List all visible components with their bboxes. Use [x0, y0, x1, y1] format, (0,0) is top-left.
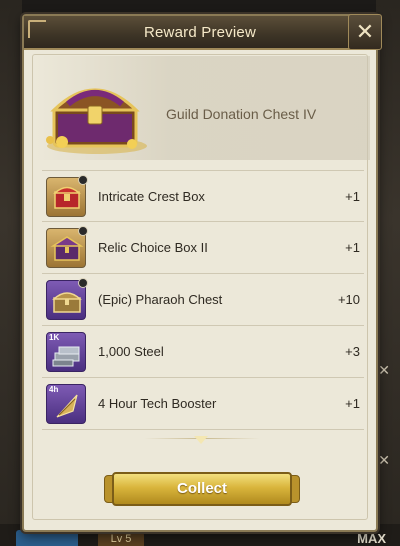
- chest-name: Guild Donation Chest IV: [166, 106, 317, 122]
- reward-name: Relic Choice Box II: [98, 240, 208, 255]
- collect-button-wrapper: Collect: [104, 472, 300, 506]
- chevron-down-icon[interactable]: [194, 436, 208, 444]
- background-close-icon: ✕: [378, 362, 390, 378]
- reward-name: (Epic) Pharaoh Chest: [98, 292, 223, 307]
- reward-name: 1,000 Steel: [98, 344, 164, 359]
- background-max-label: MAX: [357, 531, 386, 546]
- background-right-panel: ✕ ✕: [376, 0, 400, 546]
- reward-quantity: +3: [345, 344, 360, 359]
- close-icon: ✕: [355, 19, 375, 44]
- close-button[interactable]: ✕: [348, 14, 382, 50]
- background-level-badge: Lv 5: [98, 532, 144, 546]
- reward-row[interactable]: Relic Choice Box II +1: [42, 222, 364, 274]
- reward-row[interactable]: Intricate Crest Box +1: [42, 170, 364, 222]
- magnifier-icon: [78, 278, 88, 288]
- treasure-chest-icon: [46, 88, 147, 154]
- crest-box-icon[interactable]: [46, 175, 88, 217]
- background-close-icon: ✕: [378, 452, 390, 468]
- reward-quantity: +10: [337, 292, 360, 307]
- reward-name: 4 Hour Tech Booster: [98, 396, 217, 411]
- steel-graphic: [52, 346, 80, 367]
- pharaoh-chest-icon[interactable]: [46, 278, 88, 320]
- tech-booster-icon[interactable]: 4h: [46, 384, 86, 424]
- reward-row[interactable]: (Epic) Pharaoh Chest +10: [42, 274, 364, 326]
- reward-quantity: +1: [345, 396, 360, 411]
- background-left-panel: [0, 0, 22, 546]
- magnifier-icon: [78, 175, 88, 185]
- reward-quantity: +1: [345, 189, 360, 204]
- background-avatar: [16, 530, 78, 546]
- chest-banner: Guild Donation Chest IV: [34, 56, 370, 160]
- reward-list[interactable]: Intricate Crest Box +1 Relic Choice Box …: [42, 170, 364, 430]
- tech-booster-graphic: [56, 394, 78, 418]
- modal-title: Reward Preview: [143, 24, 256, 41]
- reward-quantity: +1: [345, 240, 360, 255]
- reward-name: Intricate Crest Box: [98, 189, 205, 204]
- magnifier-icon: [78, 226, 88, 236]
- collect-button[interactable]: Collect: [112, 472, 292, 506]
- steel-icon[interactable]: 1K: [46, 332, 86, 372]
- reward-preview-modal: Reward Preview ✕ Guild Donation Chest IV: [22, 14, 382, 532]
- modal-header: Reward Preview: [24, 16, 376, 50]
- reward-row[interactable]: 1K 1,000 Steel +3: [42, 326, 364, 378]
- reward-row[interactable]: 4h 4 Hour Tech Booster +1: [42, 378, 364, 430]
- relic-box-icon[interactable]: [46, 226, 88, 268]
